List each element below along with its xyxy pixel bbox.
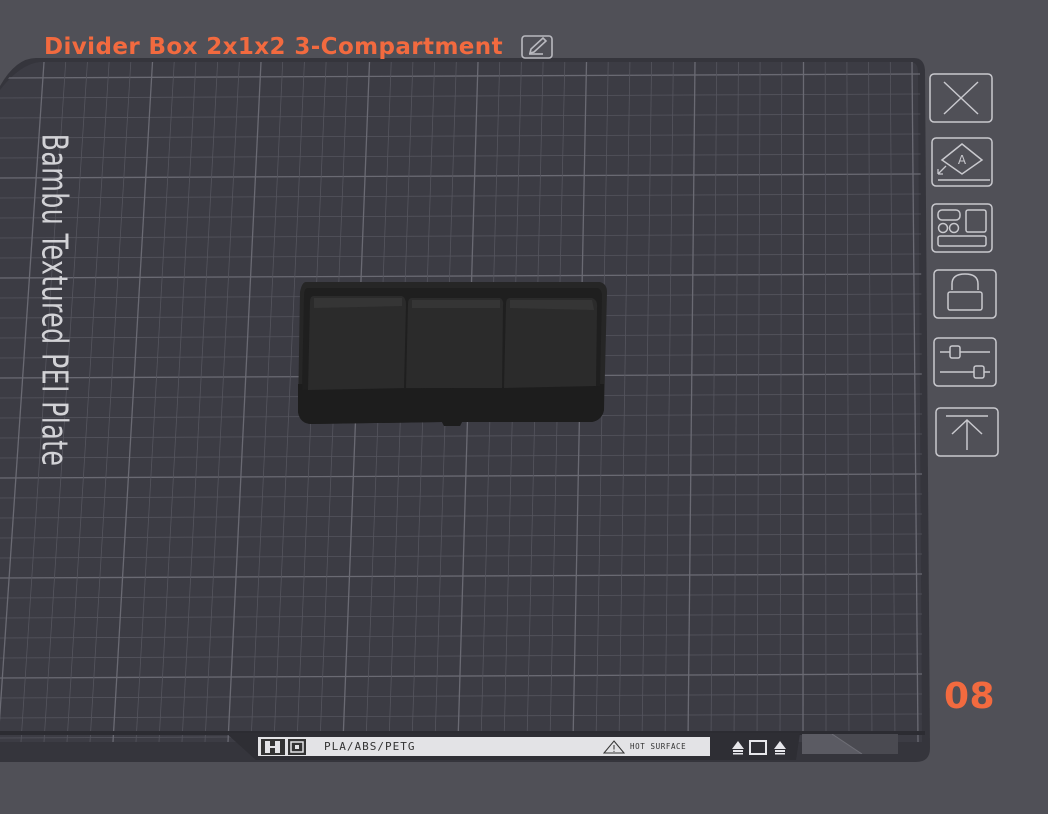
hot-text: HOT	[630, 742, 646, 751]
build-plate-scene[interactable]	[0, 0, 1048, 814]
material-compatibility: PLA/ABS/PETG	[324, 740, 416, 753]
hot-surface-warning: HOT SURFACE	[603, 739, 698, 754]
bambu-logo-icon	[261, 738, 285, 755]
plate-orientation-icon	[732, 740, 786, 755]
strip-symbols	[728, 737, 792, 755]
plate-toolbar: A	[928, 72, 1002, 472]
lock-plate-button[interactable]	[932, 268, 998, 320]
lock-icon	[933, 269, 997, 319]
divider-box-model[interactable]	[298, 282, 607, 426]
close-icon	[929, 73, 993, 123]
svg-text:A: A	[958, 153, 967, 167]
bed-type-label: Bambu Textured PEI Plate	[33, 133, 75, 467]
move-to-top-button[interactable]	[934, 406, 1000, 458]
plate-type-logo-icon	[288, 738, 306, 755]
orient-icon: A	[931, 137, 993, 187]
edit-name-icon[interactable]	[521, 34, 555, 60]
3d-viewport[interactable]: Divider Box 2x1x2 3-Compartment Bambu Te…	[0, 0, 1048, 814]
plate-number: 08	[944, 676, 996, 717]
plate-settings-button[interactable]	[932, 336, 998, 388]
move-top-icon	[935, 407, 999, 457]
warning-icon	[603, 739, 625, 753]
brand-logos	[261, 738, 306, 755]
surface-text: SURFACE	[650, 742, 687, 751]
arrange-button[interactable]	[928, 202, 994, 254]
plate-name: Divider Box 2x1x2 3-Compartment	[44, 34, 503, 60]
plate-title-bar: Divider Box 2x1x2 3-Compartment	[44, 32, 555, 62]
bed-label-strip: PLA/ABS/PETG HOT SURFACE	[258, 737, 710, 756]
arrange-icon	[931, 203, 993, 253]
plate-corner-tab	[802, 734, 898, 754]
remove-plate-button[interactable]	[928, 72, 994, 124]
sliders-icon	[933, 337, 997, 387]
auto-orient-button[interactable]: A	[928, 136, 994, 188]
hot-surface-text: HOT SURFACE	[630, 742, 698, 751]
